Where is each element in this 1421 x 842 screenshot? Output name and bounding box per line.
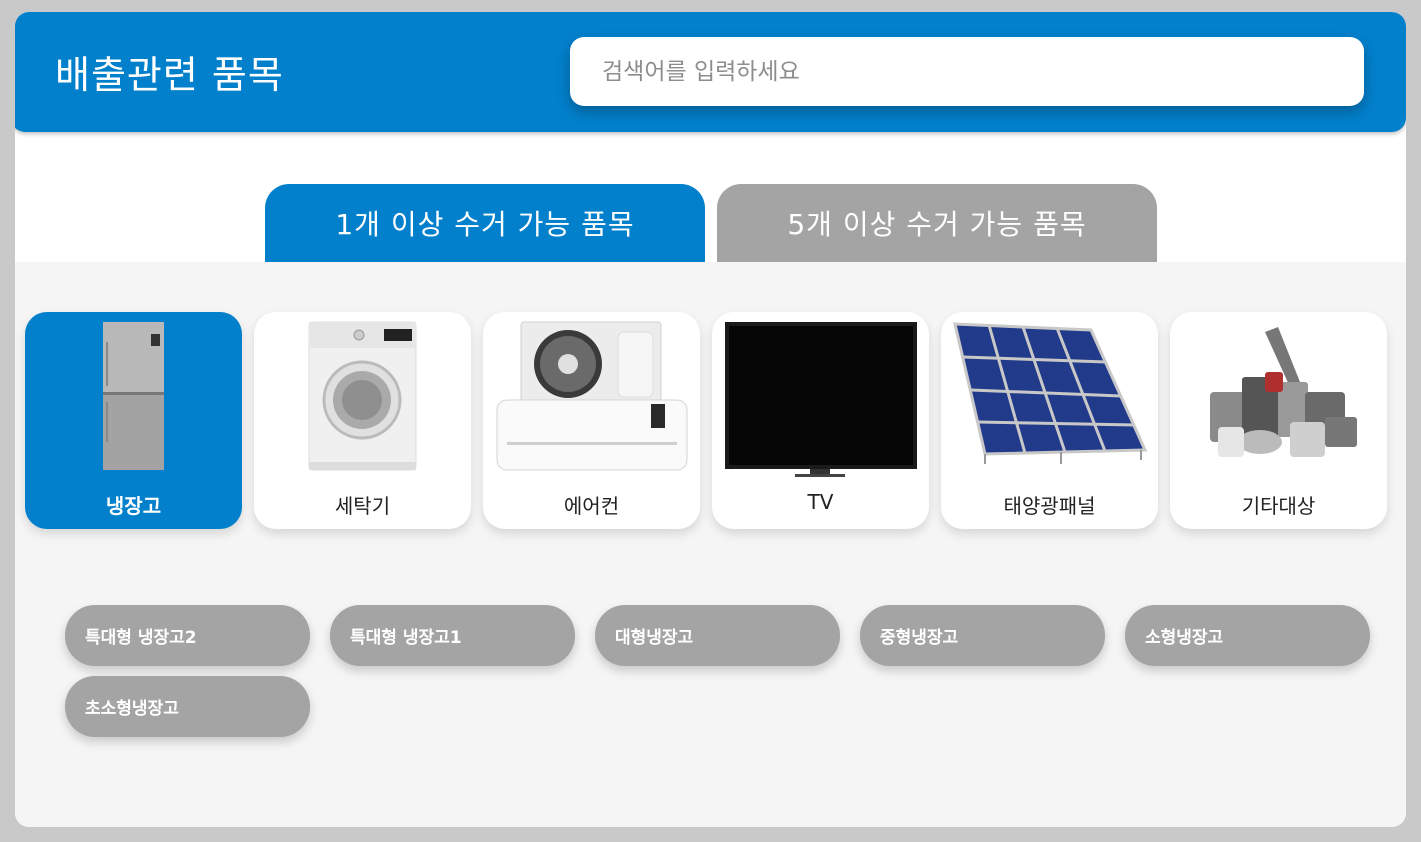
search-box	[570, 37, 1364, 106]
item-pill[interactable]: 소형냉장고	[1125, 605, 1370, 666]
tab-one-or-more[interactable]: 1개 이상 수거 가능 품목	[265, 184, 705, 262]
category-refrigerator[interactable]: 냉장고	[25, 312, 242, 529]
category-tv[interactable]: TV	[712, 312, 929, 529]
category-label: 세탁기	[334, 494, 391, 518]
category-label: TV	[807, 490, 834, 514]
tv-icon	[725, 322, 917, 477]
solar-panel-icon	[953, 322, 1148, 464]
category-label: 에어컨	[563, 494, 620, 518]
category-label: 냉장고	[105, 494, 162, 518]
item-pill[interactable]: 초소형냉장고	[65, 676, 310, 737]
category-label: 기타대상	[1241, 494, 1316, 518]
category-label: 태양광패널	[1003, 494, 1096, 518]
item-pill[interactable]: 특대형 냉장고2	[65, 605, 310, 666]
item-pill[interactable]: 특대형 냉장고1	[330, 605, 575, 666]
item-pill[interactable]: 중형냉장고	[860, 605, 1105, 666]
washing-machine-icon	[308, 321, 417, 471]
misc-appliances-icon	[1210, 327, 1357, 457]
page-title: 배출관련 품목	[55, 53, 284, 97]
search-input[interactable]	[600, 55, 1334, 89]
category-air-conditioner[interactable]: 에어컨	[483, 312, 700, 529]
tab-five-or-more[interactable]: 5개 이상 수거 가능 품목	[717, 184, 1157, 262]
category-misc[interactable]: 기타대상	[1170, 312, 1387, 529]
main-panel: 배출관련 품목 1개 이상 수거 가능 품목 5개 이상 수거 가능 품목 냉장…	[15, 12, 1406, 827]
header-bar: 배출관련 품목	[15, 12, 1406, 132]
category-solar-panel[interactable]: 태양광패널	[941, 312, 1158, 529]
air-conditioner-icon	[496, 321, 688, 471]
item-pill[interactable]: 대형냉장고	[595, 605, 840, 666]
category-washing-machine[interactable]: 세탁기	[254, 312, 471, 529]
refrigerator-icon	[103, 322, 164, 470]
